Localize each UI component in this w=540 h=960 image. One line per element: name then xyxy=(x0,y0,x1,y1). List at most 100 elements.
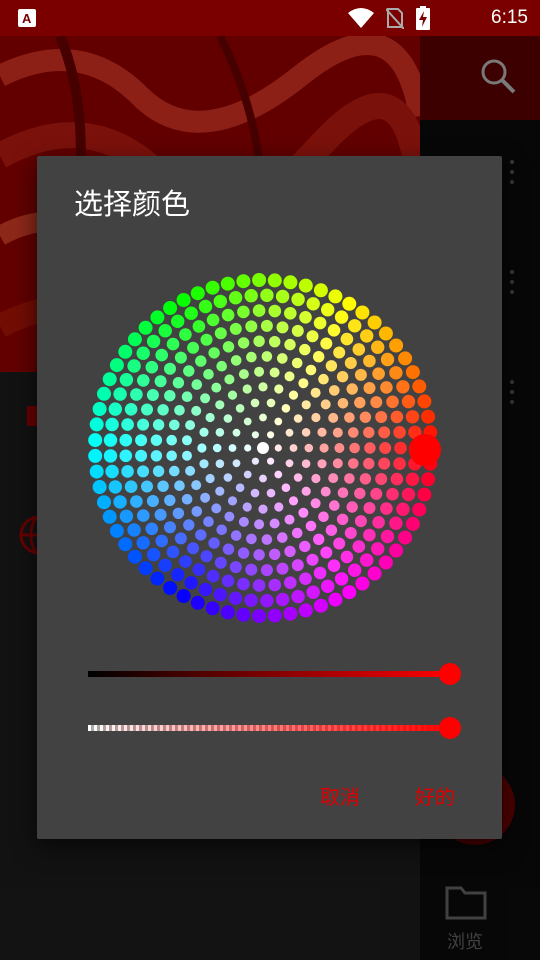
wheel-dot[interactable] xyxy=(284,545,296,558)
wheel-dot[interactable] xyxy=(380,352,395,367)
wheel-dot[interactable] xyxy=(393,457,406,470)
wheel-dot[interactable] xyxy=(363,528,376,542)
wheel-dot[interactable] xyxy=(179,555,192,568)
wheel-dot[interactable] xyxy=(229,561,242,574)
wheel-dot[interactable] xyxy=(253,335,265,347)
wheel-dot[interactable] xyxy=(344,412,355,423)
wheel-dot[interactable] xyxy=(152,465,165,477)
wheel-dot[interactable] xyxy=(118,344,133,359)
wheel-dot[interactable] xyxy=(109,358,124,373)
wheel-dot[interactable] xyxy=(311,473,321,484)
wheel-dot[interactable] xyxy=(325,524,338,536)
wheel-dot[interactable] xyxy=(181,494,193,505)
wheel-dot[interactable] xyxy=(157,404,169,416)
wheel-dot[interactable] xyxy=(333,537,346,550)
wheel-dot[interactable] xyxy=(223,473,233,482)
wheel-dot[interactable] xyxy=(150,571,165,586)
wheel-dot[interactable] xyxy=(269,518,280,529)
wheel-dot[interactable] xyxy=(215,459,225,468)
wheel-dot[interactable] xyxy=(155,348,168,362)
wheel-dot[interactable] xyxy=(216,524,227,536)
wheel-dot[interactable] xyxy=(304,443,314,453)
wheel-dot[interactable] xyxy=(328,412,339,423)
wheel-dot[interactable] xyxy=(274,384,284,394)
wheel-dot[interactable] xyxy=(372,367,385,380)
wheel-dot[interactable] xyxy=(232,428,241,437)
wheel-dot[interactable] xyxy=(372,516,385,529)
wheel-dot[interactable] xyxy=(246,533,257,545)
wheel-dot[interactable] xyxy=(200,550,213,563)
wheel-dot[interactable] xyxy=(328,592,343,607)
wheel-dot[interactable] xyxy=(274,444,282,452)
wheel-dot[interactable] xyxy=(354,515,367,528)
wheel-dot[interactable] xyxy=(224,374,235,385)
wheel-dot[interactable] xyxy=(390,472,404,486)
wheel-dot[interactable] xyxy=(291,292,305,307)
wheel-dot[interactable] xyxy=(332,427,343,438)
wheel-dot[interactable] xyxy=(150,310,165,325)
wheel-dot[interactable] xyxy=(355,576,370,591)
wheel-dot[interactable] xyxy=(250,488,260,498)
wheel-dot[interactable] xyxy=(205,280,220,295)
wheel-dot[interactable] xyxy=(227,390,238,400)
wheel-dot[interactable] xyxy=(208,537,220,549)
wheel-dot[interactable] xyxy=(136,346,150,360)
wheel-dot[interactable] xyxy=(380,529,395,544)
brightness-slider-thumb[interactable] xyxy=(439,663,461,685)
wheel-dot[interactable] xyxy=(306,553,319,566)
wheel-dot[interactable] xyxy=(412,379,427,394)
wheel-dot[interactable] xyxy=(360,329,374,343)
wheel-dot[interactable] xyxy=(340,550,354,564)
wheel-dot[interactable] xyxy=(212,443,222,453)
wheel-dot[interactable] xyxy=(386,487,399,501)
wheel-dot[interactable] xyxy=(293,414,303,423)
wheel-dot[interactable] xyxy=(238,369,249,380)
wheel-dot[interactable] xyxy=(277,353,288,364)
wheel-dot[interactable] xyxy=(113,387,127,401)
wheel-dot[interactable] xyxy=(205,473,215,484)
brightness-track[interactable] xyxy=(88,671,450,677)
wheel-dot[interactable] xyxy=(336,371,349,383)
wheel-dot[interactable] xyxy=(250,398,260,408)
wheel-dot[interactable] xyxy=(183,519,195,531)
wheel-dot[interactable] xyxy=(97,495,111,510)
wheel-dot[interactable] xyxy=(214,327,227,340)
wheel-dot[interactable] xyxy=(174,532,187,545)
wheel-dot[interactable] xyxy=(228,291,243,305)
wheel-dot[interactable] xyxy=(359,473,372,485)
wheel-dot[interactable] xyxy=(103,449,118,463)
wheel-dot[interactable] xyxy=(363,426,375,439)
wheel-dot[interactable] xyxy=(213,294,227,309)
wheel-dot[interactable] xyxy=(334,443,345,453)
wheel-dot[interactable] xyxy=(305,520,317,532)
wheel-dot[interactable] xyxy=(211,382,222,393)
wheel-dot[interactable] xyxy=(127,549,142,564)
wheel-dot[interactable] xyxy=(127,359,141,373)
wheel-dot[interactable] xyxy=(235,404,245,413)
wheel-dot[interactable] xyxy=(417,394,432,409)
wheel-dot[interactable] xyxy=(174,405,185,416)
wheel-dot[interactable] xyxy=(363,457,375,470)
wheel-dot[interactable] xyxy=(243,417,252,426)
wheel-dot[interactable] xyxy=(109,523,124,538)
wheel-dot[interactable] xyxy=(320,546,333,559)
wheel-dot[interactable] xyxy=(124,403,138,416)
wheel-dot[interactable] xyxy=(184,306,198,320)
wheel-dot[interactable] xyxy=(298,507,309,518)
wheel-dot[interactable] xyxy=(266,398,276,408)
wheel-dot[interactable] xyxy=(284,371,295,382)
wheel-dot[interactable] xyxy=(386,395,399,409)
wheel-dot[interactable] xyxy=(389,543,404,558)
wheel-dot[interactable] xyxy=(166,450,177,462)
wheel-dot[interactable] xyxy=(320,399,331,410)
wheel-dot[interactable] xyxy=(346,383,358,395)
wheel-dot[interactable] xyxy=(141,480,153,493)
wheel-dot[interactable] xyxy=(313,351,325,363)
wheel-dot[interactable] xyxy=(321,579,335,593)
wheel-dot[interactable] xyxy=(267,608,282,623)
wheel-dot[interactable] xyxy=(394,441,407,455)
wheel-dot[interactable] xyxy=(266,488,276,498)
wheel-dot[interactable] xyxy=(181,391,193,402)
wheel-dot[interactable] xyxy=(348,427,359,438)
wheel-dot[interactable] xyxy=(340,332,354,346)
